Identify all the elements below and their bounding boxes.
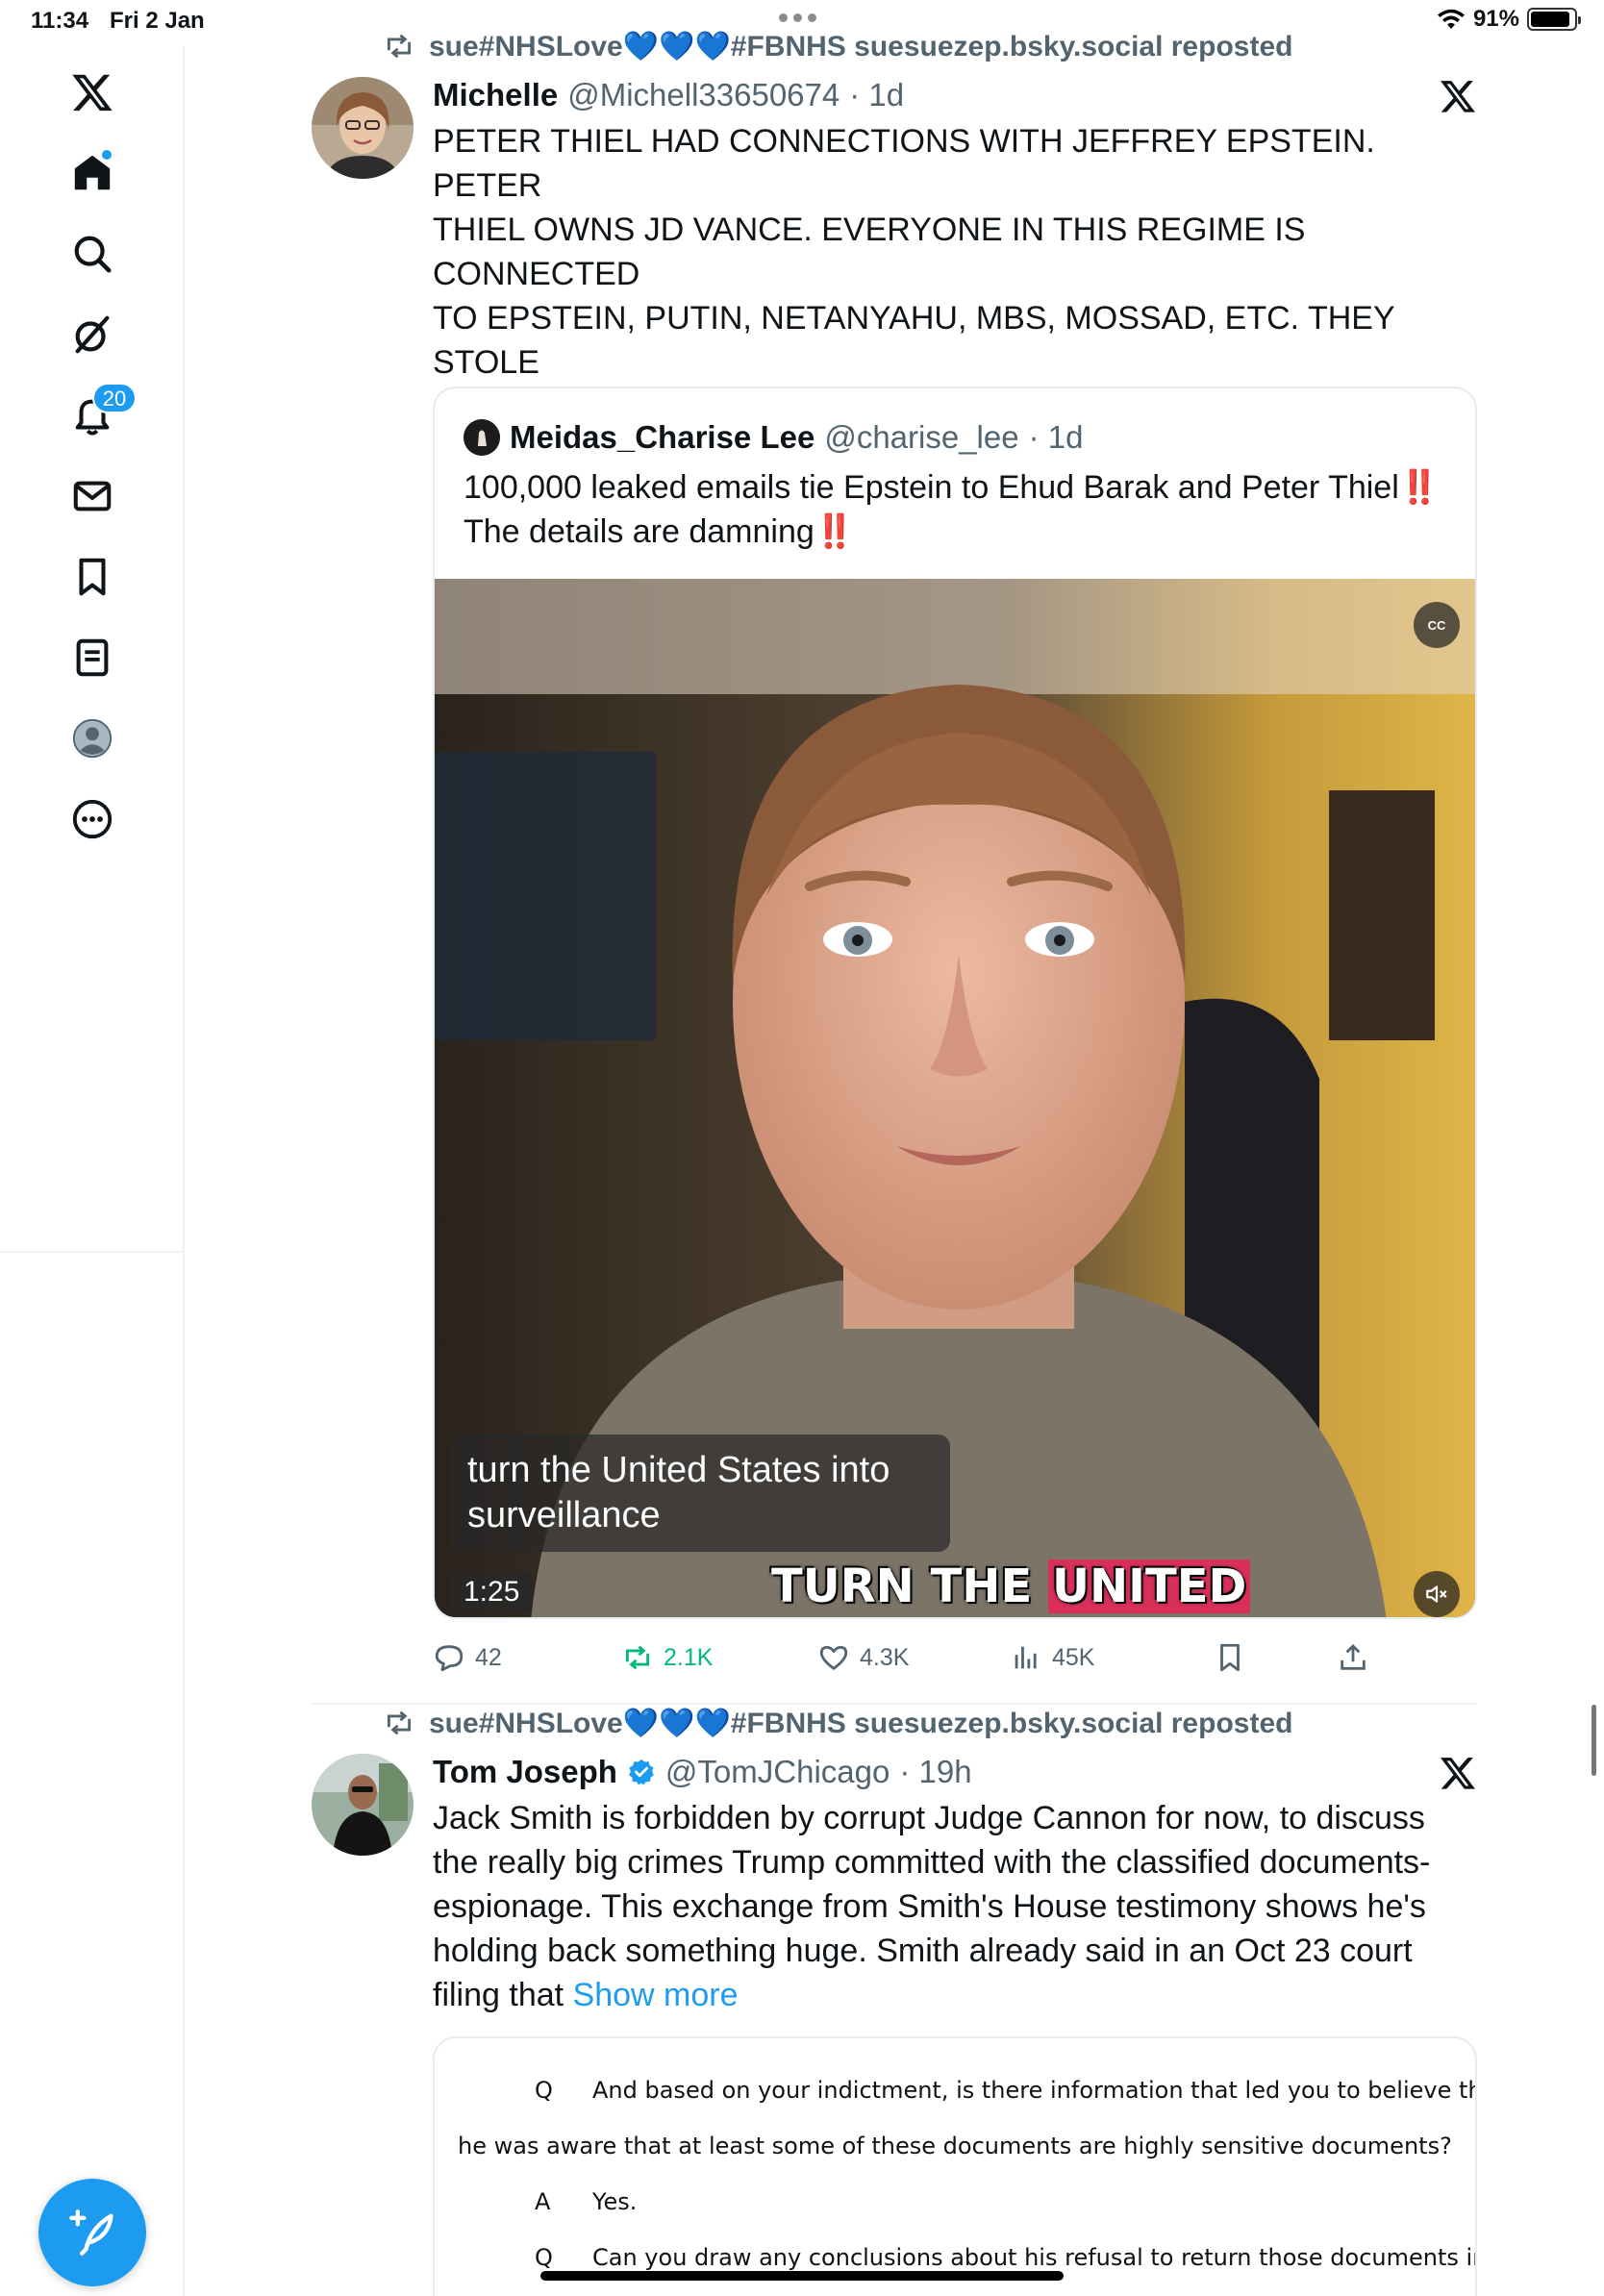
x-logo-icon[interactable] xyxy=(63,63,121,121)
video-caption: turn the United States into surveillance xyxy=(450,1435,950,1552)
reply-button[interactable]: 42 xyxy=(433,1631,502,1685)
quote-text-line-2: The details are damning xyxy=(464,513,815,550)
quote-author-line: Meidas_Charise Lee @charise_lee · 1d xyxy=(464,415,1083,460)
heart-icon xyxy=(819,1645,848,1670)
repost-by-text: sue#NHSLove💙💙💙#FBNHS suesuezep.bsky.soci… xyxy=(429,1707,1293,1739)
post-text: Jack Smith is forbidden by corrupt Judge… xyxy=(433,1796,1477,2017)
repost-indicator[interactable]: sue#NHSLove💙💙💙#FBNHS suesuezep.bsky.soci… xyxy=(383,27,1292,65)
video-burned-text-2: UNITED xyxy=(1047,1560,1251,1613)
reply-count: 42 xyxy=(475,1643,502,1671)
repost-icon xyxy=(625,1645,650,1670)
doc-a1-label: A xyxy=(535,2188,551,2215)
quote-post[interactable]: Meidas_Charise Lee @charise_lee · 1d 100… xyxy=(433,387,1477,1619)
post-time[interactable]: · 1d xyxy=(849,77,904,113)
document-image[interactable]: Q And based on your indictment, is there… xyxy=(433,2036,1477,2296)
speaker-muted-icon xyxy=(1426,1585,1447,1603)
captions-button[interactable]: CC xyxy=(1414,602,1460,648)
author-name[interactable]: Tom Joseph xyxy=(433,1754,617,1790)
notifications-badge: 20 xyxy=(92,383,137,413)
battery-icon xyxy=(1527,8,1581,31)
compose-icon xyxy=(69,2209,113,2256)
search-icon[interactable] xyxy=(63,225,121,283)
doc-a1-text: Yes. xyxy=(592,2188,638,2215)
quote-text-line-1: 100,000 leaked emails tie Epstein to Ehu… xyxy=(464,469,1399,506)
author-name[interactable]: Michelle xyxy=(433,77,558,113)
doc-q1-label: Q xyxy=(535,2077,553,2104)
quote-avatar xyxy=(464,419,500,456)
views-icon xyxy=(1015,1646,1037,1669)
more-icon[interactable] xyxy=(63,790,121,848)
double-exclamation-icon: ‼️ xyxy=(1398,469,1441,506)
show-more-link[interactable]: Show more xyxy=(573,1977,739,2013)
status-right: 91% xyxy=(1437,6,1581,33)
bookmark-icon xyxy=(1220,1643,1240,1672)
quote-time: · 1d xyxy=(1028,419,1084,455)
author-line: Michelle @Michell33650674 · 1d xyxy=(433,73,904,117)
status-time: 11:34 xyxy=(31,8,89,34)
bell-icon[interactable]: 20 xyxy=(63,383,137,444)
reply-icon xyxy=(435,1645,464,1672)
avatar[interactable] xyxy=(312,77,414,179)
mail-icon[interactable] xyxy=(63,467,121,525)
avatar[interactable] xyxy=(312,1754,414,1856)
post-time[interactable]: · 19h xyxy=(899,1754,971,1790)
battery-percent: 91% xyxy=(1472,6,1519,32)
grok-icon[interactable] xyxy=(63,306,121,363)
quote-text: 100,000 leaked emails tie Epstein to Ehu… xyxy=(464,465,1464,554)
video-burned-text-1: TURN THE xyxy=(771,1560,1033,1613)
repost-icon xyxy=(387,1710,412,1735)
quote-author-handle: @charise_lee xyxy=(824,419,1019,455)
doc-q2-label: Q xyxy=(535,2244,553,2271)
author-line: Tom Joseph @TomJChicago · 19h xyxy=(433,1750,972,1794)
repost-count: 2.1K xyxy=(664,1643,714,1671)
author-handle[interactable]: @TomJChicago xyxy=(665,1754,890,1790)
status-date: Fri 2 Jan xyxy=(110,8,205,34)
repost-button[interactable]: 2.1K xyxy=(621,1631,713,1685)
mute-button[interactable] xyxy=(1414,1571,1460,1617)
video-player[interactable]: CC turn the United States into surveilla… xyxy=(435,579,1475,1617)
repost-indicator[interactable]: sue#NHSLove💙💙💙#FBNHS suesuezep.bsky.soci… xyxy=(383,1704,1292,1742)
list-icon[interactable] xyxy=(63,629,121,686)
video-burned-text: TURN THE UNITED xyxy=(771,1560,1251,1613)
share-button[interactable] xyxy=(1337,1631,1369,1685)
repost-by-text: sue#NHSLove💙💙💙#FBNHS suesuezep.bsky.soci… xyxy=(429,30,1293,62)
post-actions: 42 2.1K 4.3K 45K xyxy=(433,1631,1477,1685)
quote-author-name: Meidas_Charise Lee xyxy=(510,419,815,455)
sidebar: 20 xyxy=(0,46,185,2296)
doc-q1-text: And based on your indictment, is there i… xyxy=(592,2077,1477,2104)
bookmark-icon[interactable] xyxy=(63,548,121,606)
share-icon xyxy=(1341,1643,1366,1670)
home-icon[interactable] xyxy=(63,144,121,202)
doc-q1-cont: he was aware that at least some of these… xyxy=(458,2133,1452,2159)
home-indicator[interactable] xyxy=(540,2271,1064,2281)
views-button[interactable]: 45K xyxy=(1010,1631,1094,1685)
x-logo-icon xyxy=(1441,81,1475,112)
x-logo-icon xyxy=(1441,1758,1475,1789)
compose-button[interactable] xyxy=(38,2179,146,2286)
doc-q2-text: Can you draw any conclusions about his r… xyxy=(592,2244,1477,2271)
like-count: 4.3K xyxy=(860,1643,910,1671)
video-duration: 1:25 xyxy=(450,1571,534,1613)
author-handle[interactable]: @Michell33650674 xyxy=(567,77,840,113)
verified-badge-icon xyxy=(629,1759,654,1785)
like-button[interactable]: 4.3K xyxy=(817,1631,909,1685)
multitasking-dots-icon[interactable] xyxy=(779,13,816,22)
repost-icon xyxy=(387,34,412,59)
views-count: 45K xyxy=(1052,1643,1095,1671)
profile-icon[interactable] xyxy=(63,710,121,767)
bookmark-button[interactable] xyxy=(1214,1631,1246,1685)
double-exclamation-icon: ‼️ xyxy=(814,513,856,550)
home-unread-dot xyxy=(100,148,113,162)
wifi-icon xyxy=(1437,9,1465,29)
sidebar-divider xyxy=(0,1251,185,1253)
scroll-indicator[interactable] xyxy=(1591,1705,1596,1776)
